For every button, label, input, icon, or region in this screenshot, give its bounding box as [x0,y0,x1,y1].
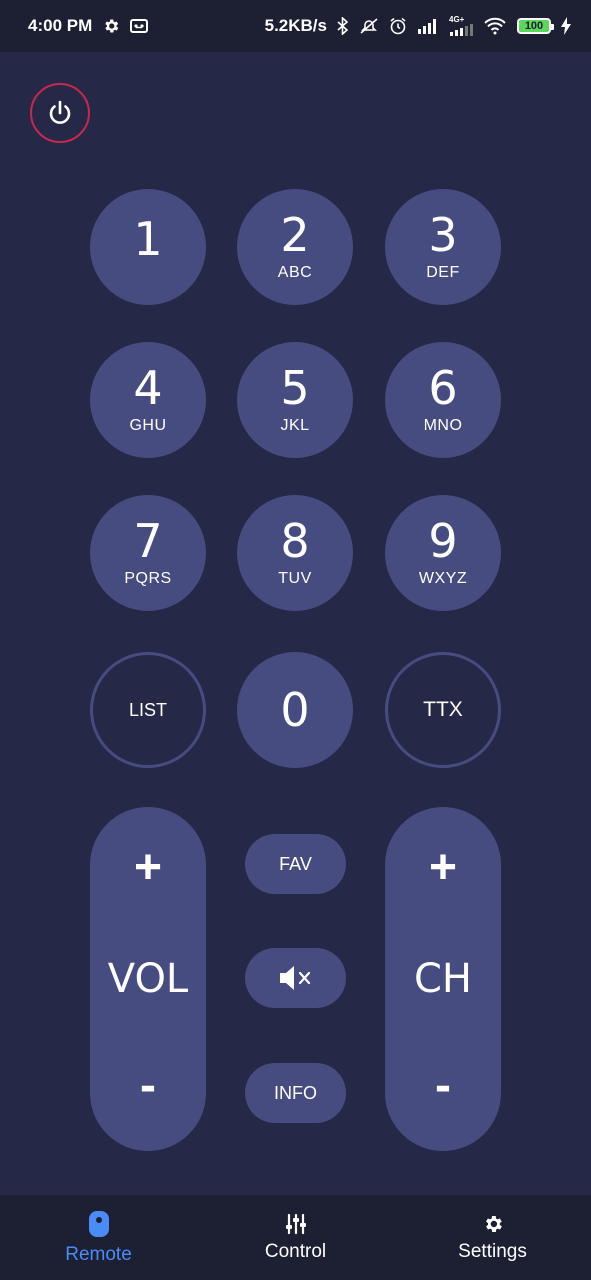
network-speed: 5.2KB/s [264,16,327,35]
charging-icon [561,17,571,35]
key-number: 4 [133,361,163,415]
sliders-icon [285,1213,307,1235]
key-letters: MNO [423,417,463,434]
key-letters: PQRS [124,570,172,587]
network-type-label: 4G+ [449,15,465,24]
status-right: 5.2KB/s 4G+ 100 [265,16,571,36]
volume-rocker: + VOL - [90,807,206,1151]
key-letters: ABC [277,264,313,281]
key-0[interactable]: 0 [237,652,353,768]
info-label: INFO [274,1082,317,1103]
key-6[interactable]: 6 MNO [385,342,501,458]
key-letters: GHU [129,417,167,434]
key-letters: WXYZ [418,570,468,587]
bottom-nav: Remote Control Settings [0,1195,591,1280]
nav-control[interactable]: Control [197,1195,394,1280]
channel-up-button[interactable]: + [385,837,501,899]
key-9[interactable]: 9 WXYZ [385,495,501,611]
volume-up-button[interactable]: + [90,837,206,899]
remote-icon [88,1210,110,1238]
key-4[interactable]: 4 GHU [90,342,206,458]
bluetooth-icon [337,17,349,35]
key-number: 6 [428,361,458,415]
key-1[interactable]: 1 [90,189,206,305]
list-label: LIST [128,699,167,720]
key-number: 1 [133,212,163,266]
channel-label: CH [413,956,472,1002]
status-bar: 4:00 PM 5.2KB/s 4G+ 100 [0,0,591,52]
volume-label: VOL [107,956,189,1002]
channel-rocker: + CH - [385,807,501,1151]
ttx-label: TTX [423,698,463,721]
nav-remote[interactable]: Remote [0,1195,197,1280]
key-3[interactable]: 3 DEF [385,189,501,305]
muted-notification-icon [359,17,379,35]
power-button[interactable] [30,83,90,143]
key-number: 8 [280,514,310,568]
key-5[interactable]: 5 JKL [237,342,353,458]
battery-icon: 100 [517,18,554,34]
power-icon [45,98,75,128]
key-number: 3 [428,208,458,262]
channel-down-button[interactable]: - [385,1055,501,1117]
key-letters: JKL [280,417,310,434]
status-left: 4:00 PM [28,16,149,36]
key-number: 9 [428,514,458,568]
nav-remote-label: Remote [65,1243,132,1265]
key-letters: TUV [278,570,312,587]
ttx-button[interactable]: TTX [385,652,501,768]
nav-settings[interactable]: Settings [394,1195,591,1280]
battery-level: 100 [524,20,544,32]
mute-icon [276,963,316,993]
list-button[interactable]: LIST [90,652,206,768]
nav-control-label: Control [264,1240,327,1262]
key-number: 2 [280,208,310,262]
settings-gear-icon [102,17,120,35]
nav-settings-label: Settings [458,1240,527,1262]
volume-down-button[interactable]: - [90,1055,206,1117]
fav-label: FAV [279,853,312,874]
gear-icon [482,1213,504,1235]
key-number: 0 [280,683,310,737]
key-letters: DEF [426,264,460,281]
alarm-icon [389,17,407,35]
fav-button[interactable]: FAV [245,834,346,894]
signal-4g-icon: 4G+ [449,16,473,36]
key-number: 7 [133,514,163,568]
key-7[interactable]: 7 PQRS [90,495,206,611]
mute-button[interactable] [245,948,346,1008]
status-time: 4:00 PM [28,16,93,35]
key-number: 5 [280,361,310,415]
info-button[interactable]: INFO [245,1063,346,1123]
voicemail-icon [130,18,149,34]
key-2[interactable]: 2 ABC [237,189,353,305]
key-8[interactable]: 8 TUV [237,495,353,611]
wifi-icon [483,17,507,35]
signal-icon [417,18,439,34]
